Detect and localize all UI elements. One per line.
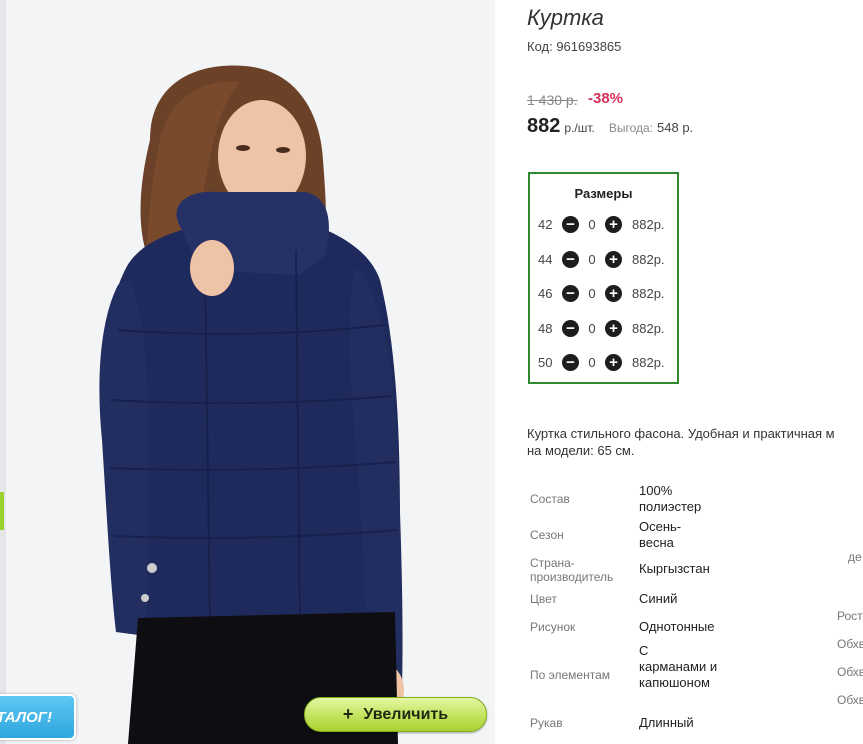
- size-price: 882р.: [632, 216, 665, 232]
- description-line: Куртка стильного фасона. Удобная и практ…: [527, 426, 835, 441]
- attr-value-pattern: Однотонные: [639, 619, 715, 634]
- product-title: Куртка: [527, 5, 604, 30]
- description-line: на модели: 65 см.: [527, 443, 635, 458]
- size-row: 42 − 0 + 882р.: [538, 214, 665, 234]
- minus-icon[interactable]: −: [562, 284, 579, 302]
- attr-label-pattern: Рисунок: [530, 620, 576, 634]
- minus-icon[interactable]: −: [562, 215, 579, 233]
- size-label: 44: [538, 251, 553, 267]
- size-label: 42: [538, 216, 553, 232]
- sizes-title: Размеры: [574, 186, 633, 201]
- size-row: 44 − 0 + 882р.: [538, 249, 665, 269]
- old-price: 1 430 р.: [527, 92, 578, 108]
- attr-label-elements: По элементам: [530, 668, 611, 682]
- plus-icon[interactable]: +: [605, 250, 622, 268]
- attr-label-color: Цвет: [530, 592, 557, 606]
- price-unit: р./шт.: [564, 121, 595, 135]
- zoom-button-label: Увеличить: [363, 705, 449, 723]
- plus-icon[interactable]: +: [605, 319, 622, 337]
- attr-value-elements: С карманами и капюшоном: [639, 643, 718, 690]
- attr-label-country: Страна-производитель: [530, 556, 614, 584]
- current-price: 882: [527, 115, 561, 137]
- photo-left-border: [0, 0, 6, 744]
- plus-icon[interactable]: +: [605, 284, 622, 302]
- sizes-panel: Размеры 42 − 0 + 882р. 44 − 0 + 882р. 46…: [528, 172, 679, 384]
- size-row: 46 − 0 + 882р.: [538, 283, 665, 303]
- size-label: 46: [538, 285, 553, 301]
- side-label: Обхв: [837, 693, 863, 707]
- attr-label-composition: Состав: [530, 492, 570, 506]
- attr-value-color: Синий: [639, 591, 678, 606]
- savings-label: Выгода:: [608, 121, 654, 135]
- size-price: 882р.: [632, 354, 665, 370]
- minus-icon[interactable]: −: [562, 353, 579, 371]
- plus-icon[interactable]: +: [605, 215, 622, 233]
- size-label: 48: [538, 320, 553, 336]
- zoom-button[interactable]: + Увеличить: [304, 697, 487, 732]
- minus-icon[interactable]: −: [562, 319, 579, 337]
- attr-value-season: Осень-весна: [639, 519, 682, 550]
- catalog-button-label: ТАЛОГ!: [0, 708, 52, 726]
- side-tab[interactable]: [0, 492, 4, 530]
- product-description: Куртка стильного фасона. Удобная и практ…: [527, 425, 863, 459]
- quantity-value[interactable]: 0: [579, 217, 605, 232]
- product-photo[interactable]: [0, 0, 495, 744]
- model-image: [0, 0, 495, 744]
- minus-icon[interactable]: −: [562, 250, 579, 268]
- size-price: 882р.: [632, 285, 665, 301]
- discount-badge: -38%: [588, 90, 624, 107]
- attr-label-sleeve: Рукав: [530, 716, 563, 730]
- plus-icon[interactable]: +: [605, 353, 622, 371]
- size-price: 882р.: [632, 320, 665, 336]
- quantity-value[interactable]: 0: [579, 321, 605, 336]
- quantity-value[interactable]: 0: [579, 286, 605, 301]
- savings-value: 548 р.: [657, 120, 694, 135]
- catalog-button[interactable]: ТАЛОГ!: [0, 694, 76, 740]
- size-price: 882р.: [632, 251, 665, 267]
- side-label: Рост: [837, 609, 863, 623]
- size-row: 50 − 0 + 882р.: [538, 352, 665, 372]
- side-label: де: [848, 550, 862, 564]
- side-label: Обхв: [837, 665, 863, 679]
- plus-icon: +: [342, 704, 354, 724]
- size-row: 48 − 0 + 882р.: [538, 318, 665, 338]
- side-label: Обхв: [837, 637, 863, 651]
- attr-value-sleeve: Длинный: [639, 715, 694, 730]
- size-label: 50: [538, 354, 553, 370]
- quantity-value[interactable]: 0: [579, 252, 605, 267]
- attr-label-season: Сезон: [530, 528, 564, 542]
- quantity-value[interactable]: 0: [579, 355, 605, 370]
- attr-value-country: Кыргызстан: [639, 561, 710, 576]
- attr-value-composition: 100% полиэстер: [639, 483, 702, 514]
- price-row: 882 р./шт. Выгода: 548 р.: [527, 115, 693, 138]
- product-code: Код: 961693865: [527, 39, 622, 54]
